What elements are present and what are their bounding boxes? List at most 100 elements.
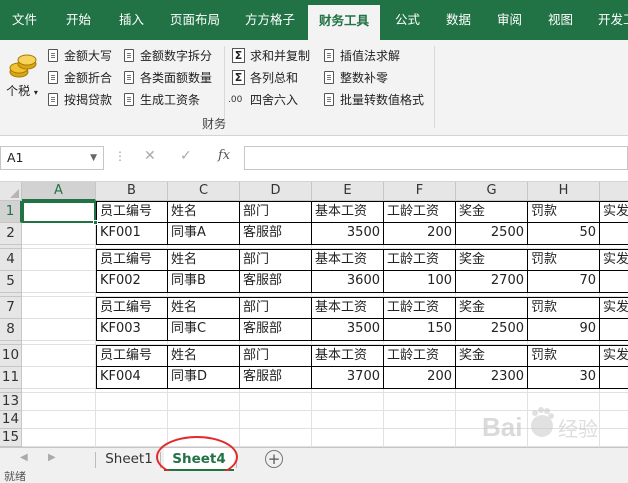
cancel-icon[interactable]: ✕ [144,148,156,164]
header-cell[interactable]: 员工编号 [96,249,168,271]
header-cell[interactable]: 奖金 [456,345,528,367]
row-header[interactable]: 10 [0,345,22,367]
data-cell[interactable]: KF004 [96,367,168,389]
header-cell[interactable]: 员工编号 [96,201,168,223]
cell-g[interactable] [456,429,528,447]
cell-c[interactable] [168,393,240,411]
cell-f[interactable] [384,411,456,429]
data-cell[interactable]: 200 [384,223,456,245]
header-cell[interactable]: 部门 [240,201,312,223]
data-cell[interactable]: 3600 [312,271,384,293]
header-cell[interactable]: 实发 [600,345,628,367]
cell-d[interactable] [240,393,312,411]
column-header-f[interactable]: F [384,182,456,201]
data-cell[interactable]: 客服部 [240,223,312,245]
data-cell[interactable]: 同事D [168,367,240,389]
column-header-b[interactable]: B [96,182,168,201]
row-header[interactable]: 4 [0,249,22,271]
data-cell[interactable]: 3700 [312,367,384,389]
data-cell[interactable]: KF003 [96,319,168,341]
cell-e[interactable] [312,411,384,429]
tab-developer[interactable]: 开发工 [598,0,628,40]
header-cell[interactable]: 罚款 [528,249,600,271]
data-cell[interactable]: 2300 [456,367,528,389]
header-cell[interactable]: 基本工资 [312,297,384,319]
name-box[interactable]: A1 ▼ [0,146,104,170]
data-cell[interactable]: 3500 [312,319,384,341]
cell-d[interactable] [240,411,312,429]
cell-a[interactable] [22,319,96,341]
data-cell[interactable]: 同事C [168,319,240,341]
sheet-tab-sheet4[interactable]: Sheet4 [164,448,234,471]
column-header-d[interactable]: D [240,182,312,201]
header-cell[interactable]: 罚款 [528,345,600,367]
insert-function-icon[interactable]: fx [218,148,230,163]
header-cell[interactable]: 实发 [600,201,628,223]
header-cell[interactable]: 奖金 [456,297,528,319]
data-cell[interactable]: 100 [384,271,456,293]
data-cell[interactable]: KF002 [96,271,168,293]
row-header[interactable]: 7 [0,297,22,319]
cell-d[interactable] [240,429,312,447]
data-cell[interactable]: 2700 [456,271,528,293]
more-icon[interactable]: ⋮ [114,149,126,163]
tab-data[interactable]: 数据 [446,0,471,40]
cell-i[interactable] [600,429,628,447]
data-cell[interactable]: 90 [528,319,600,341]
cell-f[interactable] [384,429,456,447]
data-cell[interactable]: 同事B [168,271,240,293]
formula-input[interactable] [244,146,628,170]
row-header[interactable]: 8 [0,319,22,341]
row-header[interactable]: 2 [0,223,22,245]
row-header[interactable]: 1 [0,201,22,223]
header-cell[interactable]: 基本工资 [312,345,384,367]
cell-a[interactable] [22,271,96,293]
cell-a[interactable] [22,345,96,367]
header-cell[interactable]: 罚款 [528,201,600,223]
data-cell[interactable]: 3500 [312,223,384,245]
cell-g[interactable] [456,411,528,429]
add-sheet-icon[interactable]: + [265,450,283,468]
next-sheet-icon[interactable]: ▶ [48,452,56,463]
column-header-e[interactable]: E [312,182,384,201]
tab-view[interactable]: 视图 [548,0,573,40]
data-cell[interactable]: 150 [384,319,456,341]
cell-h[interactable] [528,429,600,447]
header-cell[interactable]: 实发 [600,249,628,271]
tab-formulas[interactable]: 公式 [395,0,420,40]
fill-handle[interactable] [93,220,98,225]
cell-g[interactable] [456,393,528,411]
header-cell[interactable]: 罚款 [528,297,600,319]
tab-page-layout[interactable]: 页面布局 [170,0,220,40]
row-header[interactable]: 13 [0,393,22,411]
tab-home[interactable]: 开始 [66,0,91,40]
header-cell[interactable]: 奖金 [456,249,528,271]
cell-a[interactable] [22,223,96,245]
cell-e[interactable] [312,393,384,411]
header-cell[interactable]: 工龄工资 [384,297,456,319]
cell-b[interactable] [96,393,168,411]
column-header-i[interactable]: I [600,182,628,201]
header-cell[interactable]: 基本工资 [312,249,384,271]
cell-a[interactable] [22,429,96,447]
data-cell[interactable] [600,319,628,341]
tax-button[interactable]: 个税 ▾ [4,46,40,108]
header-cell[interactable]: 员工编号 [96,345,168,367]
data-cell[interactable]: 同事A [168,223,240,245]
data-cell[interactable] [600,271,628,293]
header-cell[interactable]: 基本工资 [312,201,384,223]
header-cell[interactable]: 姓名 [168,345,240,367]
cell-h[interactable] [528,411,600,429]
header-cell[interactable]: 奖金 [456,201,528,223]
cell-b[interactable] [96,411,168,429]
data-cell[interactable] [600,367,628,389]
row-header[interactable]: 14 [0,411,22,429]
tab-finance-tools[interactable]: 财务工具 [308,5,380,40]
cell-f[interactable] [384,393,456,411]
sheet-tab-sheet1[interactable]: Sheet1 [100,448,158,471]
data-cell[interactable]: 客服部 [240,367,312,389]
header-cell[interactable]: 员工编号 [96,297,168,319]
row-header[interactable]: 5 [0,271,22,293]
header-cell[interactable]: 姓名 [168,249,240,271]
data-cell[interactable]: 2500 [456,223,528,245]
